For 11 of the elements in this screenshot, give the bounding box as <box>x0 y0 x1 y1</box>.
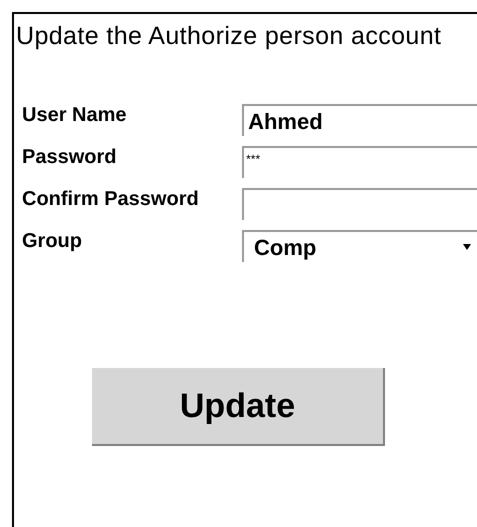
password-field[interactable]: *** <box>242 146 477 178</box>
field-label: User Name <box>21 104 128 126</box>
field-label: Confirm Password <box>21 188 200 210</box>
update-button[interactable]: Update <box>92 368 385 446</box>
password-field[interactable] <box>242 188 477 220</box>
caret-icon <box>463 244 471 250</box>
field-label: Group <box>21 230 83 252</box>
input-field[interactable]: Ahmed <box>242 104 477 136</box>
form-title: Update the Authorize person account <box>15 22 442 50</box>
field-label: Password <box>21 146 118 168</box>
dropdown[interactable]: Comp <box>242 230 477 262</box>
